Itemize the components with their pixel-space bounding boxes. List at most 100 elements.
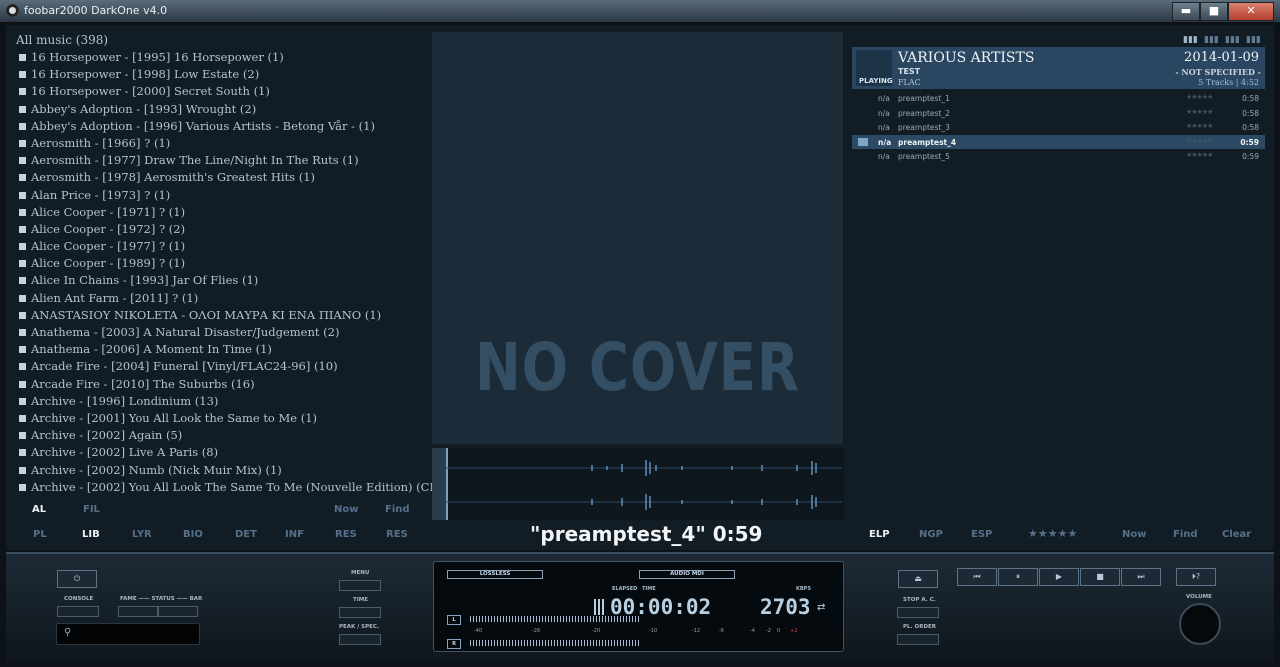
library-item[interactable]: ΑΝΑSTASIOY NIKOLETA - ΟΛΟΙ ΜΑΥΡΑ ΚΙ ΕΝΑ … bbox=[16, 307, 436, 324]
library-item[interactable]: Arcade Fire - [2004] Funeral [Vinyl/FLAC… bbox=[16, 358, 436, 375]
view-icon-3[interactable]: ▮▮▮ bbox=[1225, 35, 1240, 45]
tab-elp[interactable]: ELP bbox=[869, 529, 890, 540]
expand-icon[interactable] bbox=[19, 54, 26, 61]
library-all-music[interactable]: All music (398) bbox=[16, 32, 436, 49]
status-bar-button[interactable] bbox=[158, 606, 198, 617]
playlist-row[interactable]: n/a preamptest_4 ★★★★★ 0:59 bbox=[852, 134, 1265, 149]
expand-icon[interactable] bbox=[19, 122, 26, 130]
library-item[interactable]: Abbey's Adoption - [1993] Wrought (2) bbox=[16, 101, 436, 118]
power-button[interactable]: ⏻ bbox=[57, 570, 97, 588]
expand-icon[interactable] bbox=[19, 397, 26, 405]
expand-icon[interactable] bbox=[19, 432, 26, 440]
expand-icon[interactable] bbox=[19, 225, 26, 233]
play-button[interactable]: ▶ bbox=[1039, 568, 1079, 586]
expand-icon[interactable] bbox=[19, 105, 26, 113]
stop-button[interactable]: ■ bbox=[1080, 568, 1120, 586]
fame-button[interactable] bbox=[118, 606, 158, 617]
expand-icon[interactable] bbox=[19, 311, 26, 319]
tab-res-2[interactable]: RES bbox=[386, 529, 408, 540]
playlist-row[interactable]: n/a preamptest_3 ★★★★★ 0:58 bbox=[852, 120, 1265, 134]
library-item[interactable]: Archive - [1996] Londinium (13) bbox=[16, 393, 436, 410]
library-item[interactable]: Aerosmith - [1966] ? (1) bbox=[16, 135, 436, 152]
library-item[interactable]: Anathema - [2003] A Natural Disaster/Jud… bbox=[16, 324, 436, 341]
tab-bio[interactable]: BIO bbox=[183, 529, 203, 540]
view-icon-2[interactable]: ▮▮▮ bbox=[1204, 35, 1219, 45]
expand-icon[interactable] bbox=[19, 346, 26, 354]
library-item[interactable]: Alan Price - [1973] ? (1) bbox=[16, 187, 436, 204]
console-button[interactable] bbox=[57, 606, 99, 617]
time-button[interactable] bbox=[339, 607, 381, 618]
search-panel[interactable]: ⚲ bbox=[56, 623, 200, 645]
tab-inf[interactable]: INF bbox=[285, 529, 304, 540]
expand-icon[interactable] bbox=[19, 260, 26, 268]
playlist-row[interactable]: n/a preamptest_5 ★★★★★ 0:59 bbox=[852, 149, 1265, 163]
eject-button[interactable]: ⏏ bbox=[898, 570, 938, 588]
library-item[interactable]: 16 Horsepower - [2000] Secret South (1) bbox=[16, 83, 436, 100]
expand-icon[interactable] bbox=[19, 466, 26, 474]
expand-icon[interactable] bbox=[19, 157, 26, 165]
library-item[interactable]: Archive - [2002] Again (5) bbox=[16, 427, 436, 444]
expand-icon[interactable] bbox=[19, 208, 26, 216]
close-button[interactable]: ✕ bbox=[1228, 2, 1274, 21]
previous-button[interactable]: ⏮ bbox=[957, 568, 997, 586]
library-item[interactable]: Alice Cooper - [1989] ? (1) bbox=[16, 255, 436, 272]
expand-icon[interactable] bbox=[19, 294, 26, 302]
library-item[interactable]: Aerosmith - [1977] Draw The Line/Night I… bbox=[16, 152, 436, 169]
expand-icon[interactable] bbox=[19, 88, 26, 96]
tab-esp[interactable]: ESP bbox=[971, 529, 992, 540]
expand-icon[interactable] bbox=[19, 71, 26, 79]
stop-ac-button[interactable] bbox=[897, 607, 939, 618]
tab-now[interactable]: Now bbox=[334, 504, 358, 515]
tab-lyr[interactable]: LYR bbox=[132, 529, 152, 540]
library-item[interactable]: Archive - [2001] You All Look the Same t… bbox=[16, 410, 436, 427]
library-item[interactable]: Alice Cooper - [1971] ? (1) bbox=[16, 204, 436, 221]
tab-fil[interactable]: FIL bbox=[83, 504, 100, 515]
library-item[interactable]: Archive - [2002] You All Look The Same T… bbox=[16, 479, 436, 496]
tab-find[interactable]: Find bbox=[385, 504, 410, 515]
library-item[interactable]: Alice Cooper - [1977] ? (1) bbox=[16, 238, 436, 255]
expand-icon[interactable] bbox=[19, 243, 26, 251]
waveform-seekbar[interactable] bbox=[432, 448, 844, 520]
tab-clear[interactable]: Clear bbox=[1222, 529, 1251, 540]
library-item[interactable]: 16 Horsepower - [1998] Low Estate (2) bbox=[16, 66, 436, 83]
maximize-button[interactable]: ■ bbox=[1200, 2, 1228, 21]
tab-det[interactable]: DET bbox=[235, 529, 257, 540]
library-item[interactable]: Aerosmith - [1978] Aerosmith's Greatest … bbox=[16, 169, 436, 186]
random-button[interactable]: ⏵? bbox=[1176, 568, 1216, 586]
expand-icon[interactable] bbox=[19, 139, 26, 147]
volume-knob[interactable] bbox=[1179, 603, 1221, 645]
expand-icon[interactable] bbox=[19, 191, 26, 199]
tab-ngp[interactable]: NGP bbox=[919, 529, 943, 540]
pause-button[interactable]: ⏸ bbox=[998, 568, 1038, 586]
expand-icon[interactable] bbox=[19, 483, 26, 491]
minimize-button[interactable]: ▬ bbox=[1172, 2, 1200, 21]
view-icon-4[interactable]: ▮▮▮ bbox=[1246, 35, 1261, 45]
tab-al[interactable]: AL bbox=[32, 504, 46, 515]
pl-order-button[interactable] bbox=[897, 634, 939, 645]
expand-icon[interactable] bbox=[19, 380, 26, 388]
expand-icon[interactable] bbox=[19, 329, 26, 336]
tab-res[interactable]: RES bbox=[335, 529, 357, 540]
expand-icon[interactable] bbox=[19, 174, 26, 182]
library-item[interactable]: 16 Horsepower - [1995] 16 Horsepower (1) bbox=[16, 49, 436, 66]
library-item[interactable]: Archive - [2002] Numb (Nick Muir Mix) (1… bbox=[16, 462, 436, 479]
library-item[interactable]: Alien Ant Farm - [2011] ? (1) bbox=[16, 290, 436, 307]
playlist-row[interactable]: n/a preamptest_1 ★★★★★ 0:58 bbox=[852, 91, 1265, 105]
expand-icon[interactable] bbox=[19, 277, 26, 285]
peak-spec-button[interactable] bbox=[339, 634, 381, 645]
rating-stars[interactable]: ★★★★★ bbox=[1028, 527, 1077, 540]
menu-button[interactable] bbox=[339, 580, 381, 591]
next-button[interactable]: ⏭ bbox=[1121, 568, 1161, 586]
tab-find-right[interactable]: Find bbox=[1173, 529, 1198, 540]
view-icon-1[interactable]: ▮▮▮ bbox=[1183, 35, 1198, 45]
library-item[interactable]: Archive - [2002] Live A Paris (8) bbox=[16, 444, 436, 461]
expand-icon[interactable] bbox=[19, 414, 26, 422]
library-item[interactable]: Alice Cooper - [1972] ? (2) bbox=[16, 221, 436, 238]
expand-icon[interactable] bbox=[19, 449, 26, 457]
library-item[interactable]: Alice In Chains - [1993] Jar Of Flies (1… bbox=[16, 272, 436, 289]
library-item[interactable]: Arcade Fire - [2010] The Suburbs (16) bbox=[16, 376, 436, 393]
playlist-row[interactable]: n/a preamptest_2 ★★★★★ 0:58 bbox=[852, 106, 1265, 120]
tab-lib[interactable]: LIB bbox=[82, 529, 100, 540]
library-item[interactable]: Abbey's Adoption - [1996] Various Artist… bbox=[16, 118, 436, 135]
tab-pl[interactable]: PL bbox=[33, 529, 47, 540]
